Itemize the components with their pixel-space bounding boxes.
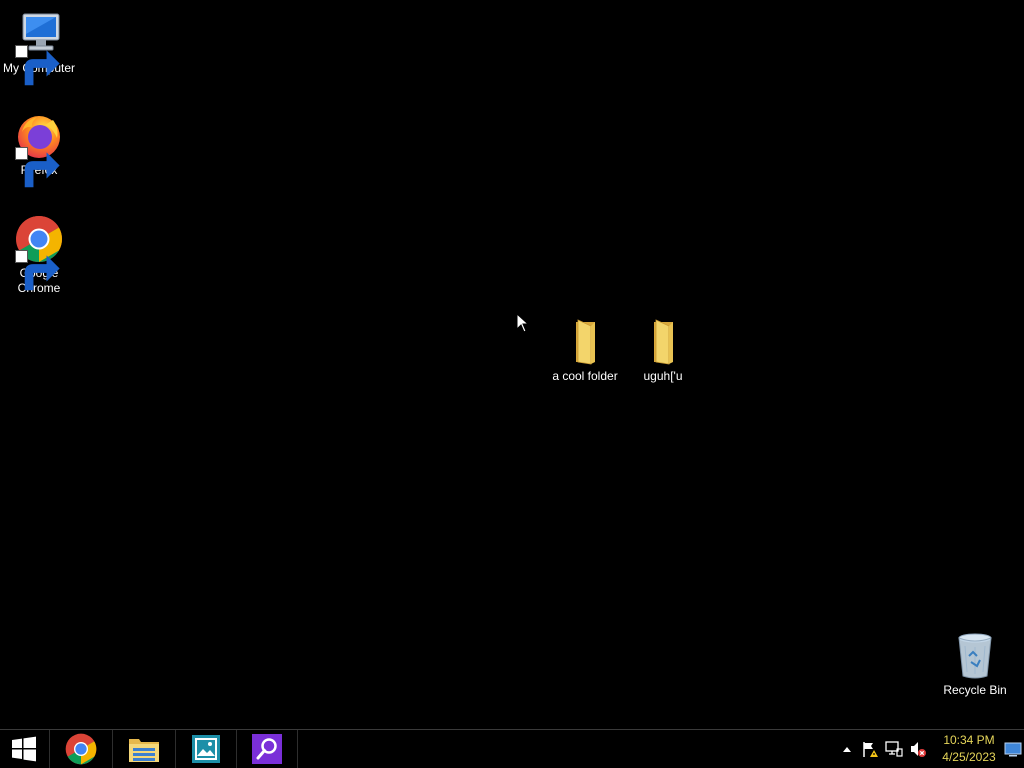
desktop-icon-google-chrome[interactable]: Google Chrome (0, 215, 78, 296)
desktop-icon-firefox[interactable]: Firefox (0, 112, 78, 188)
desktop-icon-folder-a-cool-folder[interactable]: a cool folder (546, 318, 624, 384)
chrome-icon (65, 733, 97, 765)
desktop[interactable]: My Computer Firefox Google Chrome a cool… (0, 0, 1024, 729)
file-explorer-icon (129, 739, 159, 762)
show-hidden-icons-arrow-icon[interactable] (838, 740, 856, 758)
taskbar-separator (297, 730, 298, 768)
desktop-icon-my-computer[interactable]: My Computer (0, 10, 78, 86)
shortcut-arrow-icon (15, 147, 60, 188)
taskbar-search-app-button[interactable] (237, 730, 297, 768)
clock-time: 10:34 PM (943, 733, 995, 747)
show-desktop-icon[interactable] (1004, 740, 1022, 758)
clock-date: 4/25/2023 (942, 750, 996, 764)
taskbar-clock[interactable]: 10:34 PM 4/25/2023 (936, 732, 1002, 766)
search-app-icon (252, 734, 282, 764)
desktop-icon-folder-uguh[interactable]: uguh['u (624, 318, 702, 384)
desktop-icon-label: uguh['u (643, 369, 683, 383)
volume-muted-icon[interactable] (909, 740, 927, 758)
shortcut-arrow-icon (15, 250, 60, 291)
shortcut-arrow-icon (15, 45, 60, 86)
taskbar-chrome-button[interactable] (50, 730, 112, 768)
start-button[interactable] (0, 730, 48, 768)
desktop-icon-label: Recycle Bin (943, 683, 1007, 697)
windows-logo-icon (12, 736, 36, 762)
mouse-cursor-icon (516, 313, 530, 333)
recycle-bin-icon (951, 632, 999, 680)
desktop-icon-label: a cool folder (552, 369, 618, 383)
firefox-icon (15, 112, 63, 188)
action-center-flag-icon[interactable] (861, 740, 879, 758)
taskbar-photos-button[interactable] (176, 730, 236, 768)
computer-icon (15, 10, 63, 86)
taskbar: 10:34 PM 4/25/2023 (0, 729, 1024, 768)
folder-icon (639, 318, 687, 366)
folder-icon (561, 318, 609, 366)
chrome-icon (15, 215, 63, 291)
desktop-icon-recycle-bin[interactable]: Recycle Bin (936, 632, 1014, 698)
photos-icon (192, 735, 220, 763)
network-icon[interactable] (885, 740, 903, 758)
taskbar-file-explorer-button[interactable] (113, 730, 175, 768)
